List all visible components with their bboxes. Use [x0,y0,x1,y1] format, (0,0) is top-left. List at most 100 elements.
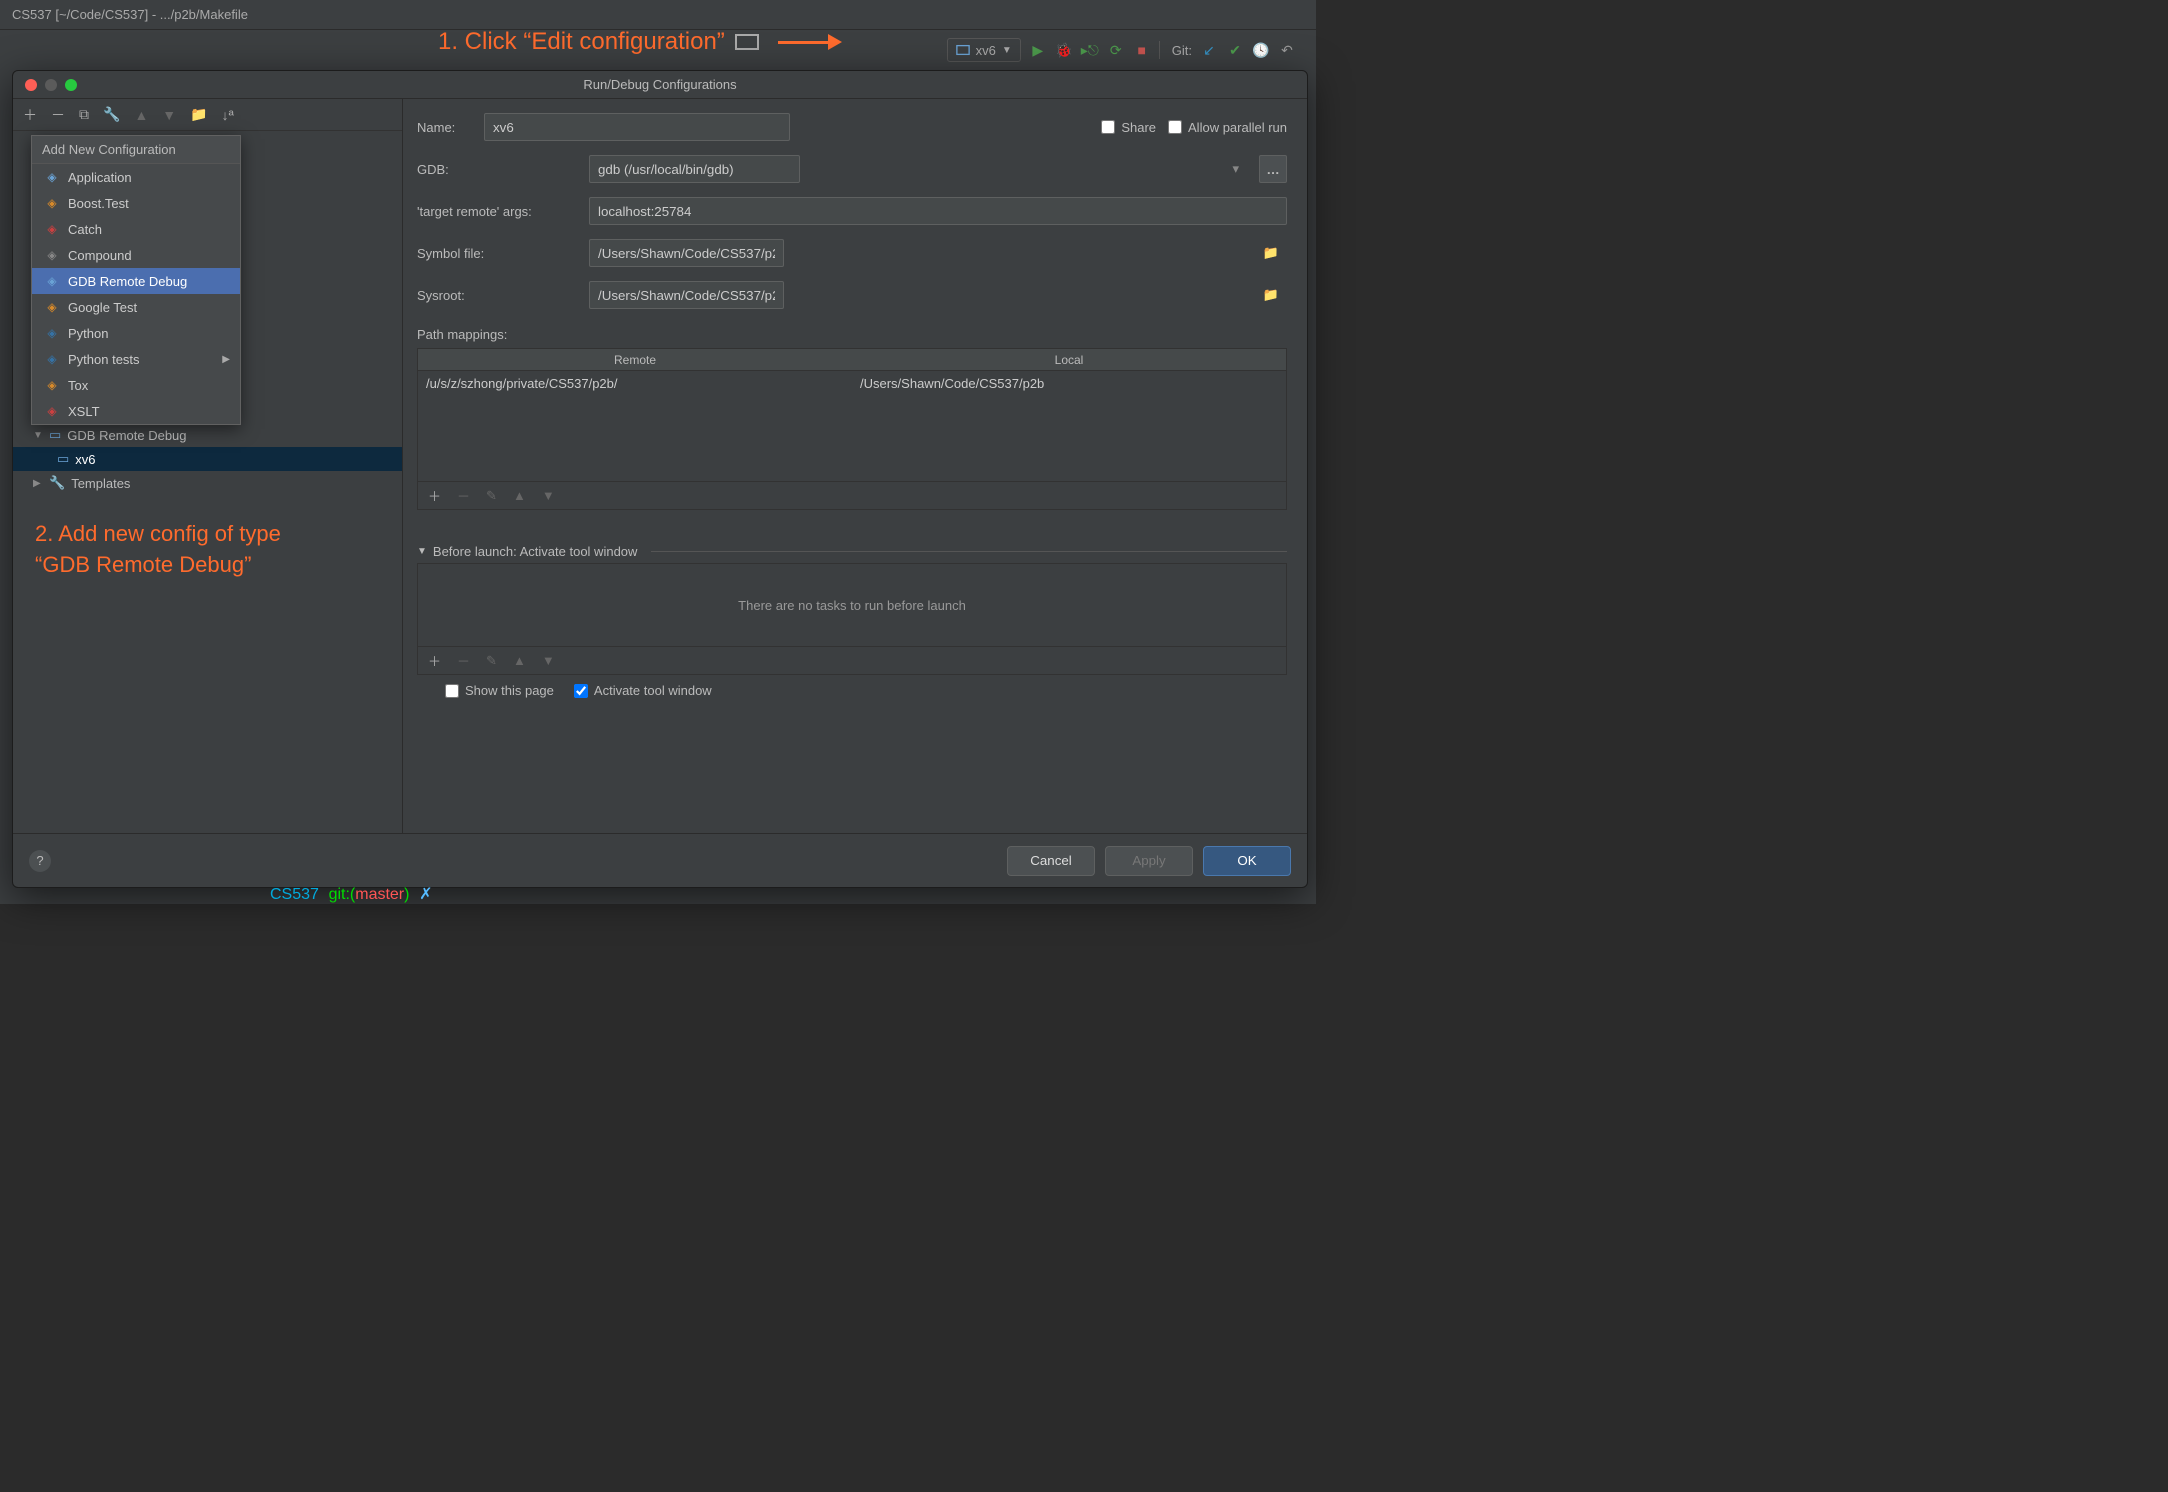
debug-icon[interactable]: 🐞 [1055,41,1073,59]
config-tree-panel: ＋ － ⧉ 🔧 ▲ ▼ 📁 ↓ª Add New Configuration ◈… [13,99,403,833]
chevron-down-icon: ▼ [1002,45,1012,56]
sort-icon[interactable]: ↓ª [222,107,234,123]
mappings-label: Path mappings: [417,327,1287,342]
gdb-browse-button[interactable]: … [1259,155,1287,183]
name-label: Name: [417,120,472,135]
popup-item-gdb-remote-debug[interactable]: ◈GDB Remote Debug [32,268,240,294]
tox-icon: ◈ [44,377,60,393]
tree-toolbar: ＋ － ⧉ 🔧 ▲ ▼ 📁 ↓ª [13,99,402,131]
vcs-commit-icon[interactable]: ✔ [1226,41,1244,59]
bt-icon: ◈ [44,195,60,211]
sysroot-label: Sysroot: [417,288,577,303]
dialog-footer: ? Cancel Apply OK [13,833,1307,887]
popup-item-tox[interactable]: ◈Tox [32,372,240,398]
down-icon[interactable]: ▼ [542,653,555,668]
add-icon[interactable]: ＋ [428,651,441,670]
tree-item-xv6[interactable]: ▭ xv6 [13,447,402,471]
gdb-icon: ◈ [44,273,60,289]
run-config-selector[interactable]: xv6 ▼ [947,38,1021,62]
popup-item-python[interactable]: ◈Python [32,320,240,346]
popup-item-boost-test[interactable]: ◈Boost.Test [32,190,240,216]
col-remote: Remote [418,353,852,367]
before-launch-toolbar: ＋ － ✎ ▲ ▼ [417,647,1287,675]
mapping-toolbar: ＋ － ✎ ▲ ▼ [418,481,1286,509]
config-form: Name: Share Allow parallel run GDB: ▾ … … [403,99,1307,833]
add-icon[interactable]: ＋ [23,105,37,125]
edit-icon[interactable]: ✎ [486,653,497,669]
terminal-prompt: CS537 git:(master) ✗ [270,884,433,904]
down-icon[interactable]: ▼ [542,488,555,503]
name-field[interactable] [484,113,790,141]
ok-button[interactable]: OK [1203,846,1291,876]
popup-item-google-test[interactable]: ◈Google Test [32,294,240,320]
folder-icon[interactable]: 📁 [1263,287,1279,303]
path-mappings-table: Remote Local /u/s/z/szhong/private/CS537… [417,348,1287,510]
cancel-button[interactable]: Cancel [1007,846,1095,876]
chevron-down-icon: ▼ [417,546,427,557]
remove-icon[interactable]: － [51,105,65,125]
chevron-down-icon[interactable]: ▾ [1232,161,1239,177]
table-row[interactable]: /u/s/z/szhong/private/CS537/p2b/ /Users/… [418,371,1286,395]
help-icon[interactable]: ? [29,850,51,872]
gdb-field[interactable] [589,155,800,183]
cell-remote: /u/s/z/szhong/private/CS537/p2b/ [418,376,852,391]
symbol-field[interactable] [589,239,784,267]
before-launch-header[interactable]: ▼ Before launch: Activate tool window [417,544,1287,559]
before-launch-tasks: There are no tasks to run before launch [417,563,1287,647]
folder-icon[interactable]: 📁 [1263,245,1279,261]
popup-item-application[interactable]: ◈Application [32,164,240,190]
tree-templates[interactable]: ▶ 🔧 Templates [13,471,402,495]
col-local: Local [852,353,1286,367]
add-icon[interactable]: ＋ [428,486,441,505]
activate-tool-checkbox[interactable]: Activate tool window [574,683,712,698]
tree-group-gdb[interactable]: ▼ ▭ GDB Remote Debug [13,423,402,447]
apply-button[interactable]: Apply [1105,846,1193,876]
ide-titlebar: CS537 [~/Code/CS537] - .../p2b/Makefile [0,0,1316,30]
run-debug-dialog: Run/Debug Configurations ＋ － ⧉ 🔧 ▲ ▼ 📁 ↓… [12,70,1308,888]
target-field[interactable] [589,197,1287,225]
popup-item-compound[interactable]: ◈Compound [32,242,240,268]
gt-icon: ◈ [44,299,60,315]
run-config-name: xv6 [976,43,996,58]
arrow-icon [778,34,842,50]
coverage-icon[interactable]: ▸⎋ [1081,41,1099,59]
allow-parallel-checkbox[interactable]: Allow parallel run [1168,120,1287,135]
sysroot-field[interactable] [589,281,784,309]
dialog-title: Run/Debug Configurations [13,77,1307,92]
popup-item-catch[interactable]: ◈Catch [32,216,240,242]
wrench-icon[interactable]: 🔧 [103,106,120,123]
folder-icon[interactable]: 📁 [190,106,207,123]
cmp-icon: ◈ [44,247,60,263]
share-checkbox[interactable]: Share [1101,120,1156,135]
undo-icon[interactable]: ↶ [1278,41,1296,59]
cell-local: /Users/Shawn/Code/CS537/p2b [852,376,1286,391]
remove-icon[interactable]: － [457,651,470,670]
run-icon[interactable]: ▶ [1029,41,1047,59]
copy-icon[interactable]: ⧉ [79,106,89,123]
profile-icon[interactable]: ⟳ [1107,41,1125,59]
remove-icon[interactable]: － [457,486,470,505]
wrench-icon: 🔧 [49,475,65,491]
popup-item-xslt[interactable]: ◈XSLT [32,398,240,424]
vcs-update-icon[interactable]: ↙ [1200,41,1218,59]
stop-icon[interactable]: ■ [1133,41,1151,59]
edit-icon[interactable]: ✎ [486,488,497,504]
ide-toolbar: 1. Click “Edit configuration” xv6 ▼ ▶ 🐞 … [0,30,1316,70]
git-label: Git: [1172,43,1192,58]
popup-header: Add New Configuration [32,136,240,164]
blank-indicator [735,34,759,50]
annotation-1: 1. Click “Edit configuration” [438,28,842,56]
xslt-icon: ◈ [44,403,60,419]
c-icon: ◈ [44,221,60,237]
show-page-checkbox[interactable]: Show this page [445,683,554,698]
up-icon[interactable]: ▲ [513,488,526,503]
chevron-right-icon: ▶ [222,354,230,365]
up-icon[interactable]: ▲ [513,653,526,668]
vcs-history-icon[interactable]: 🕓 [1252,41,1270,59]
add-config-popup: Add New Configuration ◈Application◈Boost… [31,135,241,425]
up-icon[interactable]: ▲ [134,107,148,123]
chevron-down-icon: ▼ [33,430,43,441]
popup-item-python-tests[interactable]: ◈Python tests▶ [32,346,240,372]
gdb-label: GDB: [417,162,577,177]
down-icon[interactable]: ▼ [162,107,176,123]
